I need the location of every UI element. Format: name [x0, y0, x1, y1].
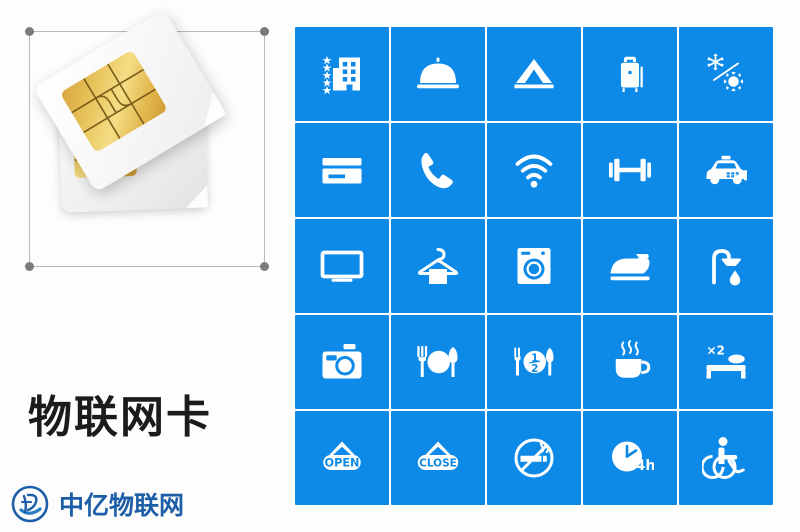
tile-television[interactable]	[295, 219, 389, 313]
wheelchair-icon	[702, 437, 745, 479]
phone-icon	[421, 152, 453, 189]
amenity-icon-grid: 1 2 ×2 OPEN CLOSE 24h	[295, 27, 773, 505]
tile-gym[interactable]	[583, 123, 677, 217]
room-service-bell-icon	[417, 57, 459, 89]
close-sign-icon: CLOSE	[417, 441, 459, 470]
dumbbell-icon	[609, 158, 651, 182]
tile-no-smoking[interactable]	[487, 411, 581, 505]
credit-card-icon	[322, 158, 362, 184]
resize-handle-bottom-left[interactable]	[25, 262, 34, 271]
tile-hotel-stars[interactable]	[295, 27, 389, 121]
taxi-icon	[706, 155, 747, 185]
television-icon	[320, 250, 364, 282]
air-conditioning-icon	[707, 53, 744, 92]
watermark-text: 中亿物联网	[59, 491, 185, 520]
tile-air-conditioning[interactable]	[679, 27, 773, 121]
washing-machine-icon	[517, 248, 551, 284]
tile-credit-card[interactable]	[295, 123, 389, 217]
tile-room-service[interactable]	[391, 27, 485, 121]
tile-phone[interactable]	[391, 123, 485, 217]
zhongyi-logo-icon	[11, 485, 49, 523]
svg-text:2: 2	[531, 363, 538, 375]
tile-camera[interactable]	[295, 315, 389, 409]
tile-wheelchair[interactable]	[679, 411, 773, 505]
svg-text:OPEN: OPEN	[325, 456, 360, 469]
tile-wifi[interactable]	[487, 123, 581, 217]
no-smoking-icon	[514, 438, 554, 478]
tile-luggage[interactable]	[583, 27, 677, 121]
tile-half-board[interactable]: 1 2	[487, 315, 581, 409]
half-board-icon: 1 2	[514, 347, 554, 376]
tile-open-sign[interactable]: OPEN	[295, 411, 389, 505]
tile-close-sign[interactable]: CLOSE	[391, 411, 485, 505]
coffee-cup-icon	[615, 340, 651, 378]
tile-shower[interactable]	[679, 219, 773, 313]
svg-text:CLOSE: CLOSE	[419, 457, 457, 469]
double-bed-icon: ×2	[706, 344, 746, 379]
tile-tent[interactable]	[487, 27, 581, 121]
resize-handle-top-right[interactable]	[260, 27, 269, 36]
hotel-stars-icon	[322, 56, 360, 95]
camera-icon	[322, 344, 362, 379]
tile-double-bed[interactable]: ×2	[679, 315, 773, 409]
wifi-icon	[515, 154, 553, 188]
luggage-icon	[621, 56, 643, 92]
clothes-hanger-icon	[417, 248, 459, 284]
sim-card-photo	[33, 9, 252, 247]
tile-clothes-hanger[interactable]	[391, 219, 485, 313]
page-title: 物联网卡	[28, 392, 212, 443]
svg-text:24h: 24h	[626, 458, 654, 474]
tile-washing-machine[interactable]	[487, 219, 581, 313]
open-sign-icon: OPEN	[323, 441, 361, 470]
restaurant-icon	[417, 345, 458, 377]
tile-restaurant[interactable]	[391, 315, 485, 409]
tile-coffee[interactable]	[583, 315, 677, 409]
tile-taxi[interactable]	[679, 123, 773, 217]
left-panel: 物联网卡 中亿物联网	[0, 0, 290, 532]
svg-text:×2: ×2	[707, 344, 725, 358]
iron-icon	[610, 254, 650, 281]
sim-chip-front-icon	[59, 49, 168, 153]
shower-icon	[712, 249, 741, 286]
tile-iron[interactable]	[583, 219, 677, 313]
tile-24h-clock[interactable]: 24h	[583, 411, 677, 505]
watermark: 中亿物联网	[10, 484, 184, 524]
resize-handle-bottom-right[interactable]	[260, 262, 269, 271]
clock-24h-icon: 24h	[612, 441, 654, 474]
resize-handle-top-left[interactable]	[25, 27, 34, 36]
tent-icon	[514, 59, 554, 89]
